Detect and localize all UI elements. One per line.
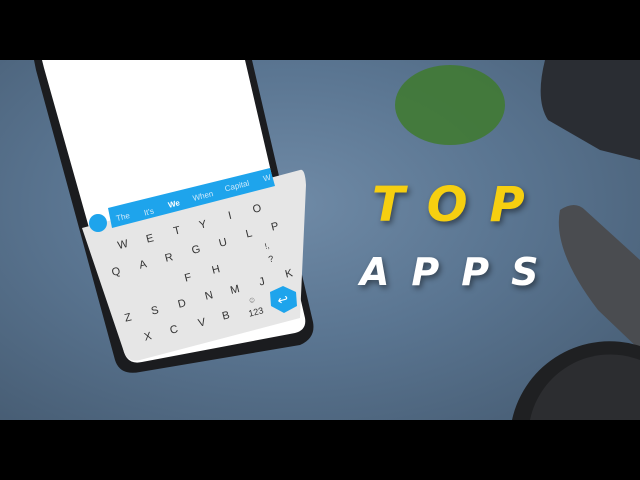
background-art (34, 60, 640, 420)
headline-top: TOP (372, 177, 547, 233)
plant-leaf (395, 65, 505, 145)
keyboard-logo-icon (89, 214, 107, 232)
pouch (540, 60, 640, 160)
suggestion[interactable]: W (262, 173, 272, 184)
thumbnail-scene: The It's We When Capital W O I Y T E W P… (0, 60, 640, 420)
headline-apps: APPS (360, 250, 561, 294)
watch-strap (558, 205, 640, 350)
